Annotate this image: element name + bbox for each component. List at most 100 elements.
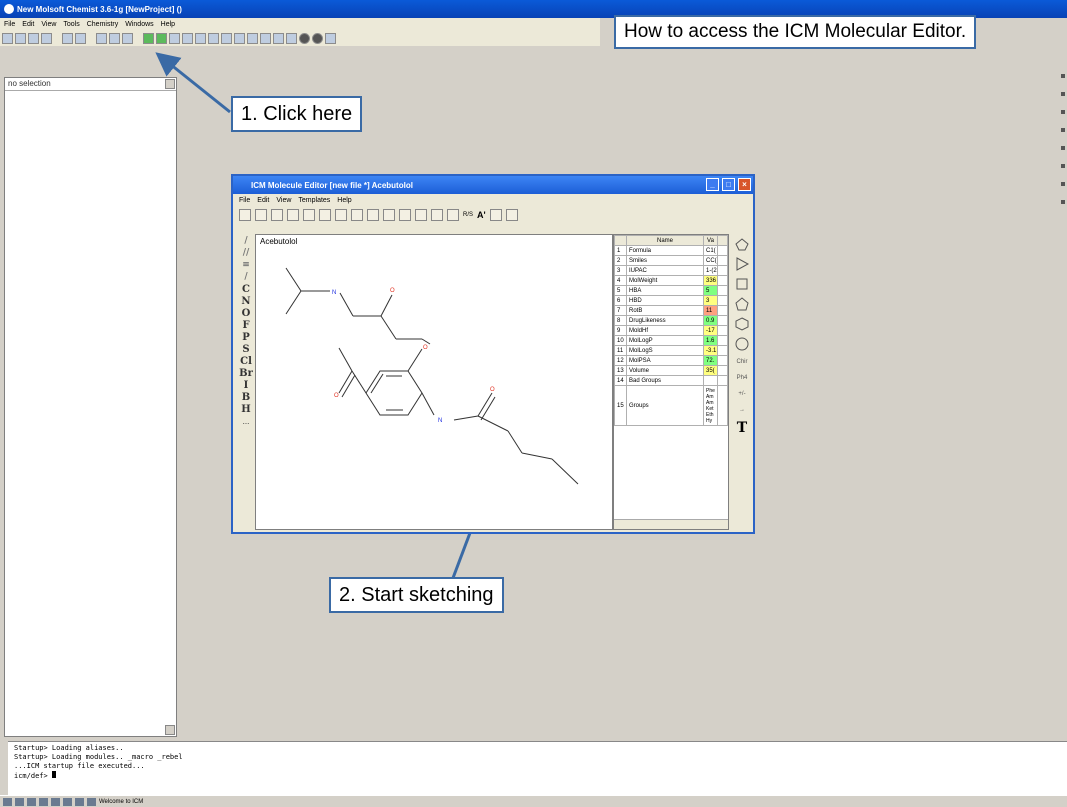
console-prompt[interactable]: icm/def> xyxy=(14,771,1061,781)
element-br[interactable]: Br xyxy=(239,368,253,380)
layout-icon[interactable] xyxy=(260,32,271,44)
molecule-editor-window[interactable]: ICM Molecule Editor [new file *] Acebuto… xyxy=(231,174,755,534)
grid-icon[interactable] xyxy=(208,32,219,44)
protein-icon[interactable] xyxy=(312,32,323,44)
redo-icon[interactable] xyxy=(75,32,86,44)
window-icon[interactable] xyxy=(273,32,284,44)
table-view-icon[interactable] xyxy=(221,32,232,44)
command-console[interactable]: Startup> Loading aliases.. Startup> Load… xyxy=(8,741,1067,795)
table-row[interactable]: 14 Bad Groups xyxy=(614,375,728,386)
table-row[interactable]: 1 Formula C1( xyxy=(614,245,728,256)
status-icon[interactable] xyxy=(87,797,96,806)
triangle-ring-icon[interactable] xyxy=(734,256,750,272)
stereo-icon[interactable] xyxy=(447,209,459,221)
phenyl-button[interactable]: Ph4 xyxy=(737,372,748,384)
paste-icon[interactable] xyxy=(367,209,379,221)
status-icon[interactable] xyxy=(39,797,48,806)
open-file-icon[interactable] xyxy=(15,32,26,44)
workspace-panel[interactable]: no selection xyxy=(4,77,177,737)
element-c[interactable]: C xyxy=(242,284,250,296)
table-row[interactable]: 4 MolWeight 336 xyxy=(614,275,728,286)
double-bond-icon[interactable]: // xyxy=(240,248,252,260)
status-icon[interactable] xyxy=(15,797,24,806)
square-ring-icon[interactable] xyxy=(734,276,750,292)
editor-menu-view[interactable]: View xyxy=(276,197,291,204)
table-row[interactable]: 6 HBD 3 xyxy=(614,295,728,306)
editor-menu-help[interactable]: Help xyxy=(337,197,351,204)
menu-help[interactable]: Help xyxy=(161,21,175,28)
template-icon[interactable] xyxy=(489,209,502,221)
rs-label[interactable]: R/S xyxy=(463,212,473,218)
table-row[interactable]: 11 MolLogS -3.1 xyxy=(614,345,728,356)
scroll-up-button[interactable] xyxy=(165,79,175,89)
person-icon[interactable] xyxy=(325,32,336,44)
text-tool-button[interactable]: T xyxy=(737,420,747,436)
close-icon[interactable]: × xyxy=(738,178,751,191)
single-bond-icon[interactable]: / xyxy=(240,236,252,248)
horizontal-scrollbar[interactable] xyxy=(614,519,728,529)
eraser-icon[interactable] xyxy=(399,209,411,221)
table-row[interactable]: 8 DrugLikeness 0.9 xyxy=(614,315,728,326)
status-icon[interactable] xyxy=(75,797,84,806)
molecule-editor-icon[interactable] xyxy=(122,32,133,44)
element-p[interactable]: P xyxy=(242,332,250,344)
element-o[interactable]: O xyxy=(242,308,251,320)
search-icon[interactable] xyxy=(109,32,120,44)
editor-menu-edit[interactable]: Edit xyxy=(257,197,269,204)
zoom-icon[interactable] xyxy=(431,209,443,221)
table-row[interactable]: 13 Volume 35( xyxy=(614,365,728,376)
chiral-button[interactable]: Chir xyxy=(736,356,747,368)
font-label[interactable]: A' xyxy=(477,210,486,220)
charge-button[interactable]: +/- xyxy=(738,388,745,400)
table-row[interactable]: 2 Smiles CC( xyxy=(614,255,728,266)
minimize-icon[interactable]: _ xyxy=(706,178,719,191)
status-icon[interactable] xyxy=(27,797,36,806)
element-i[interactable]: I xyxy=(244,380,249,392)
triple-bond-icon[interactable]: ≡ xyxy=(240,260,252,272)
element-n[interactable]: N xyxy=(241,296,250,308)
menu-file[interactable]: File xyxy=(4,21,15,28)
cyclopropane-icon[interactable] xyxy=(734,236,750,252)
menu-windows[interactable]: Windows xyxy=(125,21,153,28)
table-row[interactable]: 5 HBA 5 xyxy=(614,285,728,296)
hexagon-ring-icon[interactable] xyxy=(734,316,750,332)
table-row[interactable]: 9 MoldHf -17 xyxy=(614,325,728,336)
save-icon[interactable] xyxy=(28,32,39,44)
maximize-icon[interactable]: □ xyxy=(722,178,735,191)
menu-tools[interactable]: Tools xyxy=(63,21,79,28)
status-icon[interactable] xyxy=(63,797,72,806)
undo-icon[interactable] xyxy=(319,209,331,221)
plot-icon[interactable] xyxy=(286,32,297,44)
copy-icon[interactable] xyxy=(351,209,363,221)
undo-icon[interactable] xyxy=(62,32,73,44)
chemistry-search-icon[interactable] xyxy=(156,32,167,44)
heptagon-ring-icon[interactable] xyxy=(734,336,750,352)
editor-menu-templates[interactable]: Templates xyxy=(298,197,330,204)
pentagon-ring-icon[interactable] xyxy=(734,296,750,312)
reaction-icon[interactable] xyxy=(169,32,180,44)
status-icon[interactable] xyxy=(3,797,12,806)
bar-icon[interactable] xyxy=(195,32,206,44)
chemistry-icon[interactable] xyxy=(143,32,154,44)
table-row[interactable]: 12 MolPSA 72. xyxy=(614,355,728,366)
selection-dropdown[interactable]: no selection xyxy=(5,78,176,91)
table-row[interactable]: 3 IUPAC 1-(2 xyxy=(614,265,728,276)
status-icon[interactable] xyxy=(51,797,60,806)
header-name[interactable]: Name xyxy=(626,235,704,246)
editor-menu-file[interactable]: File xyxy=(239,197,250,204)
table-row[interactable]: 10 MolLogP 1.6 xyxy=(614,335,728,346)
element-cl[interactable]: Cl xyxy=(240,356,252,368)
table-icon[interactable] xyxy=(96,32,107,44)
element-s[interactable]: S xyxy=(242,344,249,356)
select-icon[interactable] xyxy=(415,209,427,221)
menu-chemistry[interactable]: Chemistry xyxy=(87,21,119,28)
cut-icon[interactable] xyxy=(287,209,299,221)
element-b[interactable]: B xyxy=(242,392,250,404)
new-icon[interactable] xyxy=(239,209,251,221)
open-icon[interactable] xyxy=(255,209,267,221)
scroll-down-button[interactable] xyxy=(165,725,175,735)
properties-table[interactable]: Name Va 1 Formula C1(2 Smiles CC(3 IUPAC 1-(2 4… xyxy=(613,234,729,530)
print-icon[interactable] xyxy=(383,209,395,221)
chain-icon[interactable]: / xyxy=(240,272,252,284)
header-value[interactable]: Va xyxy=(703,235,718,246)
